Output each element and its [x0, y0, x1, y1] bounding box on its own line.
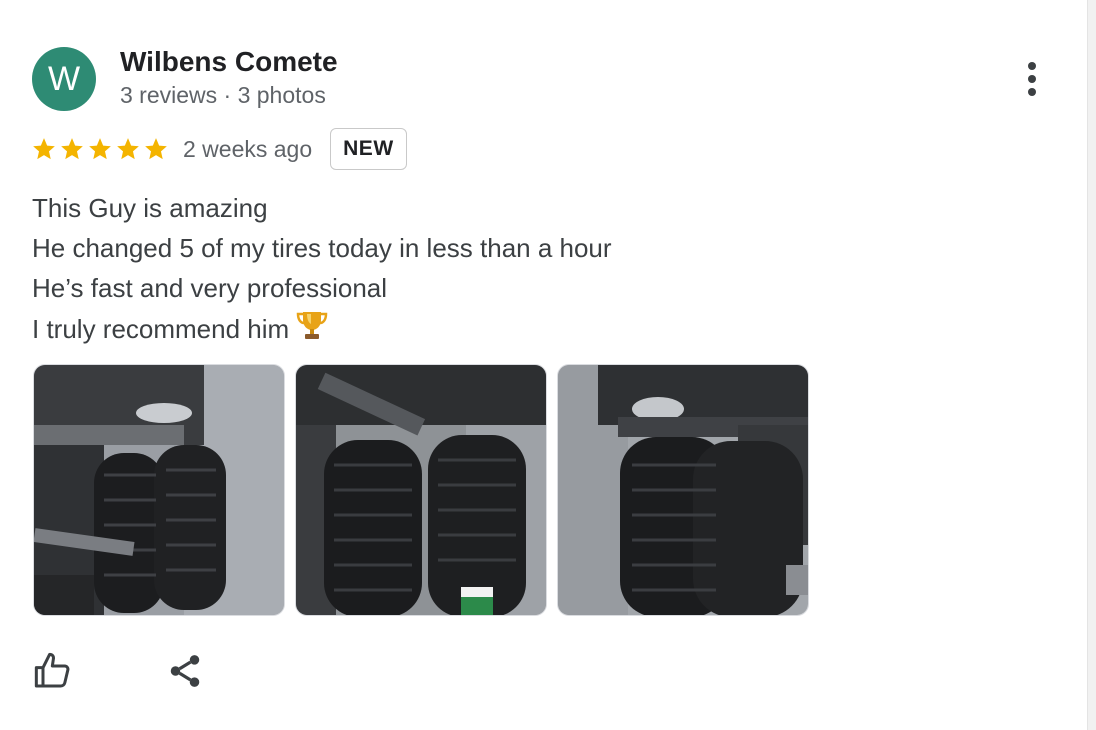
- star-icon: [117, 138, 139, 160]
- review-line: He changed 5 of my tires today in less t…: [32, 233, 612, 263]
- review-text: This Guy is amazing He changed 5 of my t…: [32, 188, 612, 349]
- star-rating: [31, 136, 169, 162]
- avatar-initial: W: [47, 59, 81, 98]
- author-meta: 3 reviews · 3 photos: [120, 82, 326, 108]
- truck-tires-photo-icon: [34, 365, 284, 615]
- star-icon: [145, 138, 167, 160]
- review-actions: [32, 650, 206, 692]
- review-line: I truly recommend him: [32, 314, 290, 344]
- review-line: This Guy is amazing: [32, 193, 268, 223]
- scrollbar[interactable]: [1087, 0, 1096, 730]
- star-icon: [33, 138, 55, 160]
- review-photo[interactable]: [33, 364, 285, 616]
- truck-tires-photo-icon: [558, 365, 808, 615]
- review-photo[interactable]: [557, 364, 809, 616]
- thumbs-up-icon: [34, 652, 70, 688]
- review-time: 2 weeks ago: [183, 135, 313, 162]
- star-icon: [89, 138, 111, 160]
- avatar[interactable]: W: [32, 47, 96, 111]
- review-photos: [33, 364, 809, 616]
- share-icon: [170, 655, 200, 687]
- share-button[interactable]: [164, 650, 206, 692]
- author-name[interactable]: Wilbens Comete: [120, 46, 338, 78]
- rating-row: 2 weeks ago NEW: [31, 128, 407, 170]
- new-tires-photo-icon: [296, 365, 546, 615]
- review-line: He’s fast and very professional: [32, 273, 388, 303]
- review-line-with-emoji: I truly recommend him: [32, 308, 612, 349]
- trophy-icon: [296, 312, 328, 339]
- like-button[interactable]: [32, 650, 74, 692]
- new-badge: NEW: [330, 128, 407, 170]
- star-icon: [61, 138, 83, 160]
- more-vert-icon[interactable]: [1016, 58, 1048, 100]
- review-photo[interactable]: [295, 364, 547, 616]
